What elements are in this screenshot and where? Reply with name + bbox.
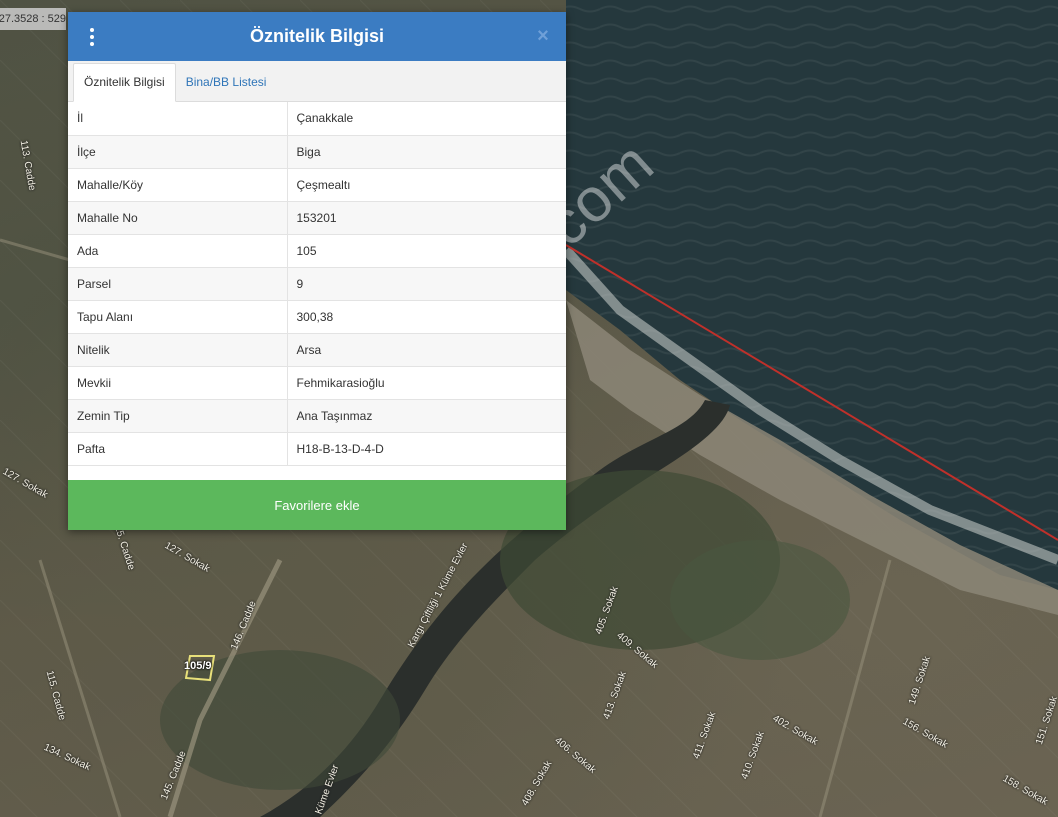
attribute-key: Mahalle No [68, 201, 288, 235]
table-row: Pafta H18-B-13-D-4-D [68, 432, 566, 466]
attribute-value: Çanakkale [287, 102, 566, 136]
table-row: Nitelik Arsa [68, 333, 566, 367]
attribute-table: İl Çanakkale İlçe Biga Mahalle/Köy Çeşmealtı M… [68, 102, 566, 466]
attribute-key: Mahalle/Köy [68, 168, 288, 202]
tab-building-list[interactable]: Bina/BB Listesi [176, 64, 277, 101]
attribute-value: 153201 [287, 201, 566, 235]
table-row: İl Çanakkale [68, 102, 566, 136]
table-row: Mahalle No 153201 [68, 201, 566, 235]
parcel-label[interactable]: 105/9 [184, 660, 212, 672]
close-icon[interactable]: × [532, 25, 554, 47]
add-to-favorites-button[interactable]: Favorilere ekle [68, 480, 566, 530]
attribute-key: İlçe [68, 135, 288, 169]
table-row: Mahalle/Köy Çeşmealtı [68, 168, 566, 202]
attribute-key: Nitelik [68, 333, 288, 367]
tab-bar: Öznitelik Bilgisi Bina/BB Listesi [68, 61, 566, 102]
attribute-key: Ada [68, 234, 288, 268]
table-row: Parsel 9 [68, 267, 566, 301]
menu-button[interactable] [84, 24, 100, 50]
attribute-key: İl [68, 102, 288, 136]
attribute-value: 300,38 [287, 300, 566, 334]
attribute-key: Mevkii [68, 366, 288, 400]
attribute-key: Tapu Alanı [68, 300, 288, 334]
attribute-value: Ana Taşınmaz [287, 399, 566, 433]
table-row: Zemin Tip Ana Taşınmaz [68, 399, 566, 433]
table-row: Mevkii Fehmikarasioğlu [68, 366, 566, 400]
attribute-value: 9 [287, 267, 566, 301]
tab-attribute-info[interactable]: Öznitelik Bilgisi [73, 63, 176, 102]
attribute-value: H18-B-13-D-4-D [287, 432, 566, 466]
attribute-key: Zemin Tip [68, 399, 288, 433]
table-row: Ada 105 [68, 234, 566, 268]
attribute-value: Çeşmealtı [287, 168, 566, 202]
table-row: Tapu Alanı 300,38 [68, 300, 566, 334]
dialog-title: Öznitelik Bilgisi [249, 26, 385, 46]
attribute-value: Biga [287, 135, 566, 169]
attribute-info-dialog: Öznitelik Bilgisi × Öznitelik Bilgisi Bi… [68, 12, 566, 530]
attribute-key: Pafta [68, 432, 288, 466]
attribute-key: Parsel [68, 267, 288, 301]
dialog-header[interactable]: Öznitelik Bilgisi × [68, 12, 566, 61]
vertical-ellipsis-icon [90, 42, 94, 46]
attribute-value: Fehmikarasioğlu [287, 366, 566, 400]
attribute-value: 105 [287, 234, 566, 268]
attribute-value: Arsa [287, 333, 566, 367]
table-row: İlçe Biga [68, 135, 566, 169]
vertical-ellipsis-icon [90, 28, 94, 32]
coordinate-readout: 529 : 27.3528 [0, 8, 66, 30]
vertical-ellipsis-icon [90, 35, 94, 39]
